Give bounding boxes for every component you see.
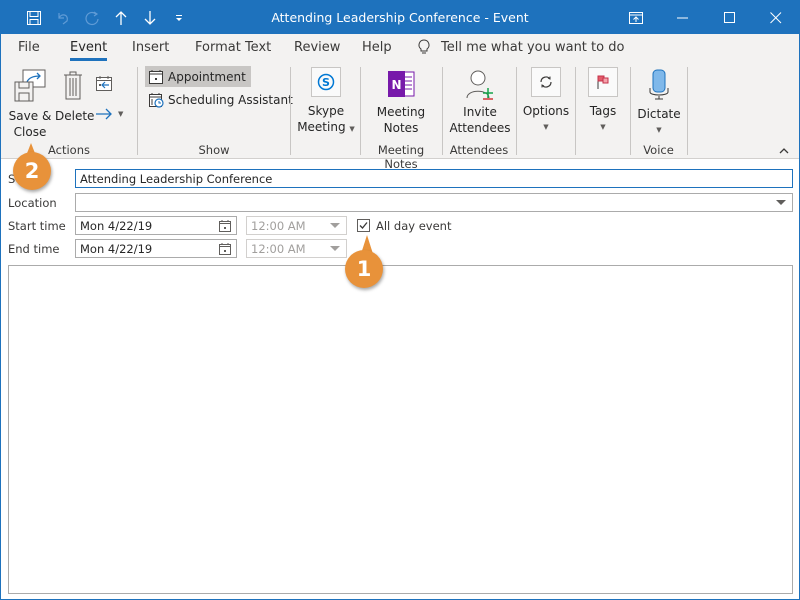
forward-dropdown-caret: ▼ — [118, 110, 124, 118]
ribbon-display-icon[interactable] — [613, 1, 659, 34]
calendar-icon[interactable] — [218, 242, 232, 256]
tell-me-search[interactable]: Tell me what you want to do — [417, 39, 624, 55]
group-label-voice: Voice — [643, 143, 674, 157]
sync-icon — [531, 67, 561, 97]
group-separator — [290, 67, 291, 155]
appointment-icon — [149, 69, 163, 84]
invite-attendees-icon — [466, 70, 493, 100]
group-separator — [575, 67, 576, 155]
invite-attendees-label-2: Attendees — [449, 121, 511, 135]
start-date-input[interactable]: Mon 4/22/19 — [75, 216, 237, 235]
tab-format-text[interactable]: Format Text — [195, 40, 271, 55]
group-separator — [442, 67, 443, 155]
end-date-input[interactable]: Mon 4/22/19 — [75, 239, 237, 258]
appointment-button[interactable]: Appointment — [145, 66, 251, 87]
event-body-editor[interactable] — [8, 265, 793, 594]
minimize-icon[interactable] — [660, 1, 706, 34]
all-day-checkbox[interactable] — [357, 219, 370, 232]
tell-me-placeholder: Tell me what you want to do — [441, 39, 625, 55]
ribbon-tabs: File Event Insert Format Text Review Hel… — [1, 34, 799, 62]
skype-icon: S — [311, 67, 341, 97]
calendar-icon[interactable] — [218, 219, 232, 233]
group-label-show: Show — [198, 143, 230, 157]
options-dropdown-caret: ▼ — [543, 123, 549, 131]
delete-button[interactable]: Delete — [55, 68, 95, 124]
start-time-label: Start time — [8, 219, 66, 233]
meeting-notes-button[interactable]: N Meeting Notes — [369, 68, 433, 136]
end-date-value: Mon 4/22/19 — [80, 242, 153, 256]
ribbon: Save & Close Delete ▼ Actions Appointmen… — [1, 62, 799, 171]
forward-arrow-icon — [96, 108, 112, 120]
save-close-icon — [14, 69, 46, 102]
skype-dropdown-caret: ▼ — [349, 125, 355, 133]
end-time-dropdown-arrow — [330, 246, 340, 251]
skype-label-1: Skype — [307, 104, 345, 118]
lightbulb-icon — [418, 39, 430, 54]
svg-text:N: N — [391, 78, 401, 92]
start-time-dropdown-arrow — [330, 223, 340, 228]
flag-icon — [588, 67, 618, 97]
save-close-button[interactable]: Save & Close — [7, 68, 53, 140]
checkmark-icon — [359, 222, 368, 229]
group-label-attendees: Attendees — [449, 143, 509, 157]
tab-insert[interactable]: Insert — [132, 40, 169, 55]
svg-text:S: S — [322, 76, 330, 89]
delete-label: Delete — [55, 109, 95, 123]
microphone-icon — [649, 69, 669, 100]
collapse-ribbon-icon[interactable] — [779, 144, 789, 158]
event-window: Attending Leadership Conference - Event … — [0, 0, 800, 600]
calendar-forward-icon[interactable] — [95, 74, 113, 95]
end-time-label: End time — [8, 242, 60, 256]
skype-meeting-button[interactable]: S Skype Meeting ▼ — [294, 67, 358, 137]
scheduling-assistant-label: Scheduling Assistant — [168, 92, 293, 107]
meeting-notes-label-2: Notes — [383, 121, 419, 135]
start-date-value: Mon 4/22/19 — [80, 219, 153, 233]
onenote-icon: N — [388, 71, 415, 97]
location-input[interactable] — [75, 193, 793, 212]
group-label-meeting-notes: Meeting Notes — [377, 143, 425, 171]
tags-dropdown-caret: ▼ — [600, 123, 606, 131]
scheduling-assistant-icon — [149, 92, 164, 108]
all-day-label: All day event — [376, 219, 452, 233]
location-dropdown-arrow[interactable] — [776, 200, 786, 205]
appointment-label: Appointment — [168, 69, 246, 84]
scheduling-assistant-button[interactable]: Scheduling Assistant — [145, 89, 298, 110]
dictate-button[interactable]: Dictate ▼ — [633, 68, 685, 138]
save-close-label-2: Close — [13, 125, 47, 139]
options-label: Options — [522, 104, 570, 118]
meeting-notes-label-1: Meeting — [376, 105, 426, 119]
maximize-icon[interactable] — [707, 1, 753, 34]
skype-label-2: Meeting ▼ — [294, 119, 358, 137]
close-icon[interactable] — [753, 1, 799, 34]
group-separator — [687, 67, 688, 155]
tags-button[interactable]: Tags ▼ — [577, 67, 629, 135]
group-separator — [630, 67, 631, 155]
save-close-label-1: Save & — [8, 109, 52, 123]
invite-attendees-button[interactable]: Invite Attendees — [447, 68, 513, 136]
tab-file[interactable]: File — [18, 40, 40, 55]
dictate-label: Dictate — [637, 107, 681, 121]
title-bar: Attending Leadership Conference - Event — [1, 1, 799, 34]
tab-help[interactable]: Help — [362, 40, 392, 55]
start-time-select[interactable]: 12:00 AM — [246, 216, 347, 235]
options-button[interactable]: Options ▼ — [519, 67, 573, 135]
start-time-value: 12:00 AM — [251, 219, 306, 233]
callout-1: 1 — [345, 250, 383, 288]
tab-review[interactable]: Review — [294, 40, 340, 55]
end-time-select[interactable]: 12:00 AM — [246, 239, 347, 258]
subject-input[interactable]: Attending Leadership Conference — [75, 169, 793, 188]
group-separator — [360, 67, 361, 155]
invite-attendees-label-1: Invite — [463, 105, 497, 119]
skype-label-2-text: Meeting — [297, 120, 346, 134]
forward-button[interactable]: ▼ — [95, 107, 123, 121]
location-label: Location — [8, 196, 57, 210]
trash-icon — [64, 71, 82, 100]
group-separator — [516, 67, 517, 155]
tags-label: Tags — [589, 104, 617, 118]
group-separator — [137, 67, 138, 155]
end-time-value: 12:00 AM — [251, 242, 306, 256]
callout-2: 2 — [13, 152, 51, 190]
tab-event[interactable]: Event — [70, 40, 108, 61]
dictate-dropdown-caret: ▼ — [656, 126, 662, 134]
